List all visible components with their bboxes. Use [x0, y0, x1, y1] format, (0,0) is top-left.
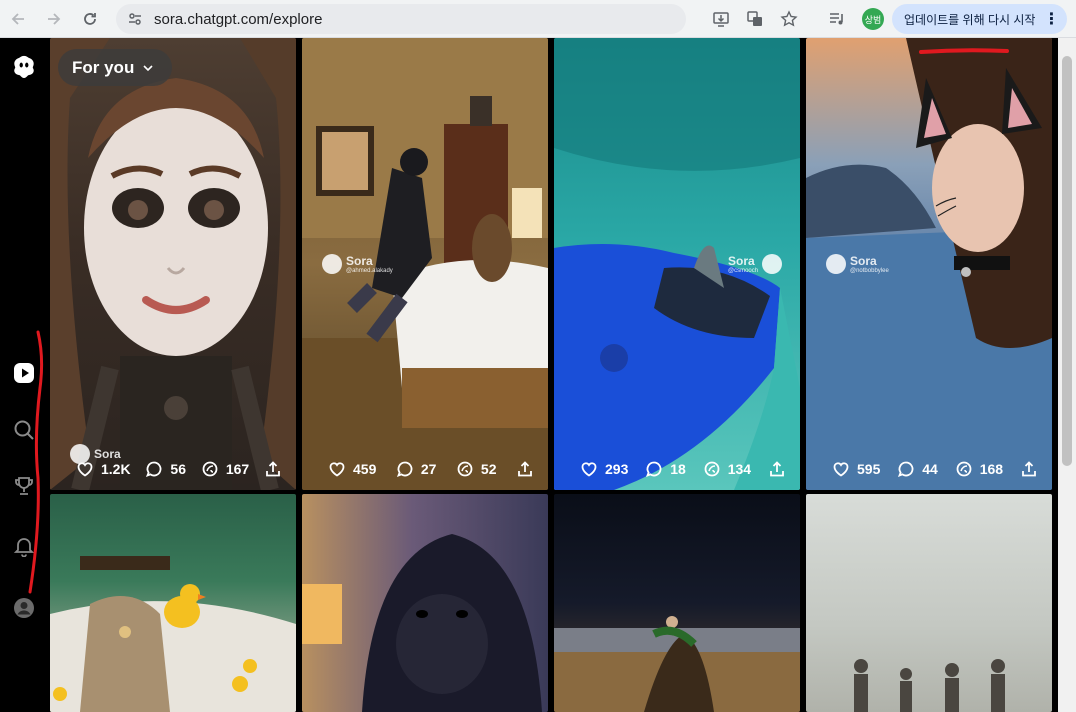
- red-annotation-underline: [919, 48, 1009, 54]
- video-thumbnail: [854, 659, 1005, 712]
- tile-stats: 293 18 134: [554, 460, 800, 478]
- site-settings-icon[interactable]: [126, 10, 144, 28]
- remix-icon: [457, 461, 473, 477]
- page-scrollbar[interactable]: [1058, 38, 1076, 712]
- video-thumbnail: [50, 556, 296, 712]
- sora-watermark-icon: [322, 254, 342, 274]
- chevron-down-icon: [143, 64, 153, 71]
- comment-icon: [898, 461, 914, 478]
- tile-stats: 1.2K 56 167: [50, 460, 296, 478]
- video-thumbnail: [50, 38, 296, 490]
- arrow-left-icon: [11, 12, 24, 25]
- share-icon: [518, 461, 532, 477]
- comment-icon: [146, 461, 162, 478]
- heart-icon: [329, 462, 345, 477]
- media-control-icon[interactable]: [822, 4, 852, 34]
- translate-icon[interactable]: [740, 4, 770, 34]
- heart-icon: [581, 462, 597, 477]
- remix-icon: [704, 461, 720, 477]
- share-button[interactable]: [516, 460, 534, 478]
- video-tile[interactable]: [806, 494, 1052, 712]
- remix-button[interactable]: 134: [703, 460, 751, 478]
- back-button[interactable]: [0, 4, 36, 34]
- video-thumbnail: [554, 616, 800, 712]
- remix-icon: [202, 461, 218, 477]
- url-text: sora.chatgpt.com/explore: [154, 10, 323, 28]
- update-restart-button[interactable]: 업데이트를 위해 다시 시작 ⋮: [892, 4, 1068, 34]
- comment-button[interactable]: 18: [645, 460, 686, 478]
- share-button[interactable]: [768, 460, 786, 478]
- comment-button[interactable]: 27: [396, 460, 436, 478]
- comment-icon: [646, 461, 662, 478]
- tile-stats: 459 27 52: [302, 460, 548, 478]
- sora-watermark-icon: [826, 254, 846, 274]
- bookmark-star-icon[interactable]: [774, 4, 804, 34]
- arrow-right-icon: [48, 12, 61, 25]
- remix-button[interactable]: 168: [955, 460, 1003, 478]
- sora-watermark: Sora @ahmed.alakady: [322, 254, 393, 274]
- tile-stats: 595 44 168: [806, 460, 1052, 478]
- remix-icon: [956, 461, 972, 477]
- comment-button[interactable]: 44: [897, 460, 938, 478]
- share-icon: [266, 461, 280, 477]
- forward-button[interactable]: [36, 4, 72, 34]
- sora-watermark: Sora @notbobbylee: [826, 254, 889, 274]
- share-icon: [770, 461, 784, 477]
- update-label: 업데이트를 위해 다시 시작: [904, 12, 1036, 27]
- install-app-icon[interactable]: [706, 4, 736, 34]
- sora-watermark: Sora @csmooch: [728, 254, 783, 274]
- video-tile[interactable]: [50, 494, 296, 712]
- video-tile[interactable]: [554, 494, 800, 712]
- sora-logo-icon[interactable]: [12, 54, 36, 78]
- more-menu-icon[interactable]: ⋮: [1043, 9, 1059, 29]
- reload-icon: [84, 12, 96, 25]
- profile-icon[interactable]: [12, 596, 36, 620]
- share-icon: [1022, 461, 1036, 477]
- video-tile[interactable]: Sora @csmooch 293 18 134: [554, 38, 800, 490]
- like-button[interactable]: 1.2K: [76, 460, 131, 478]
- comment-button[interactable]: 56: [145, 460, 186, 478]
- share-button[interactable]: [264, 460, 282, 478]
- scrollbar-thumb[interactable]: [1062, 56, 1072, 466]
- video-tile[interactable]: Sora 1.2K 56 167: [50, 38, 296, 490]
- video-tile[interactable]: [302, 494, 548, 712]
- heart-icon: [833, 462, 849, 477]
- comment-icon: [396, 461, 413, 478]
- like-button[interactable]: 293: [580, 460, 628, 478]
- heart-icon: [77, 462, 93, 477]
- profile-avatar[interactable]: 상범: [862, 8, 884, 30]
- address-bar[interactable]: sora.chatgpt.com/explore: [116, 4, 686, 34]
- video-thumbnail: [302, 534, 542, 712]
- remix-button[interactable]: 167: [201, 460, 249, 478]
- video-tile[interactable]: Sora @ahmed.alakady 459 27 52: [302, 38, 548, 490]
- like-button[interactable]: 595: [832, 460, 880, 478]
- explore-feed-grid: Sora 1.2K 56 167 Sora @ahmed.alakady 459…: [48, 38, 1054, 712]
- remix-button[interactable]: 52: [456, 460, 496, 478]
- red-annotation-line: [28, 330, 44, 594]
- feed-filter-dropdown[interactable]: For you: [58, 49, 173, 86]
- reload-button[interactable]: [72, 4, 108, 34]
- like-button[interactable]: 459: [328, 460, 376, 478]
- sora-watermark-icon: [762, 254, 783, 274]
- share-button[interactable]: [1020, 460, 1038, 478]
- video-tile[interactable]: Sora @notbobbylee 595 44 168: [806, 38, 1052, 490]
